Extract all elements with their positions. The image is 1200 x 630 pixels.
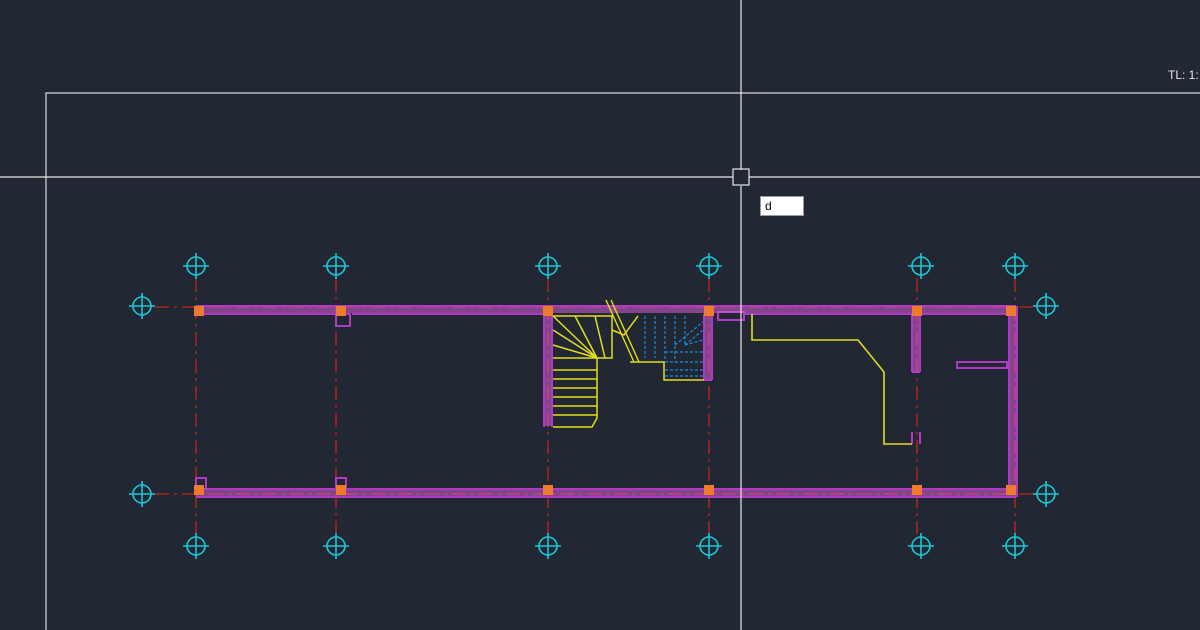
column — [543, 485, 553, 495]
axis-bubble-bottom-5 — [908, 533, 934, 559]
column — [543, 306, 553, 316]
counter-outline — [751, 314, 912, 445]
column — [336, 485, 346, 495]
column — [1006, 485, 1016, 495]
axis-bubble-bottom-2 — [323, 533, 349, 559]
crosshair-cursor — [0, 0, 1200, 630]
layout-frame — [45, 92, 1200, 630]
axis-bubble-left-a — [129, 293, 155, 319]
column — [912, 306, 922, 316]
axis-bubble-top-1 — [183, 253, 209, 279]
column — [336, 306, 346, 316]
axis-bubble-right-a — [1033, 293, 1059, 319]
column — [704, 306, 714, 316]
column — [194, 485, 204, 495]
staircase — [552, 299, 704, 428]
axis-bubble-left-b — [129, 481, 155, 507]
axis-bubble-top-2 — [323, 253, 349, 279]
axis-bubble-bottom-6 — [1002, 533, 1028, 559]
column — [704, 485, 714, 495]
columns — [194, 306, 1016, 495]
pickbox-icon — [732, 168, 750, 186]
cad-drawing-viewport[interactable]: TL: 1: — [0, 0, 1200, 630]
axis-bubble-top-5 — [908, 253, 934, 279]
axis-bubble-top-3 — [535, 253, 561, 279]
scale-label: TL: 1: — [1168, 68, 1199, 82]
column — [912, 485, 922, 495]
walls — [195, 305, 1018, 498]
axis-bubble-bottom-1 — [183, 533, 209, 559]
axis-bubble-top-6 — [1002, 253, 1028, 279]
dynamic-command-input[interactable] — [760, 196, 804, 216]
axis-bubble-bottom-4 — [696, 533, 722, 559]
grid-axes-horizontal — [155, 306, 1034, 495]
column — [1006, 306, 1016, 316]
wall-hatch — [196, 307, 1016, 496]
floor-plan-drawing[interactable] — [0, 0, 1200, 630]
staircase-hidden — [644, 316, 704, 377]
axis-bubble-bottom-3 — [535, 533, 561, 559]
column — [194, 306, 204, 316]
axis-bubble-top-4 — [696, 253, 722, 279]
axis-bubble-right-b — [1033, 481, 1059, 507]
